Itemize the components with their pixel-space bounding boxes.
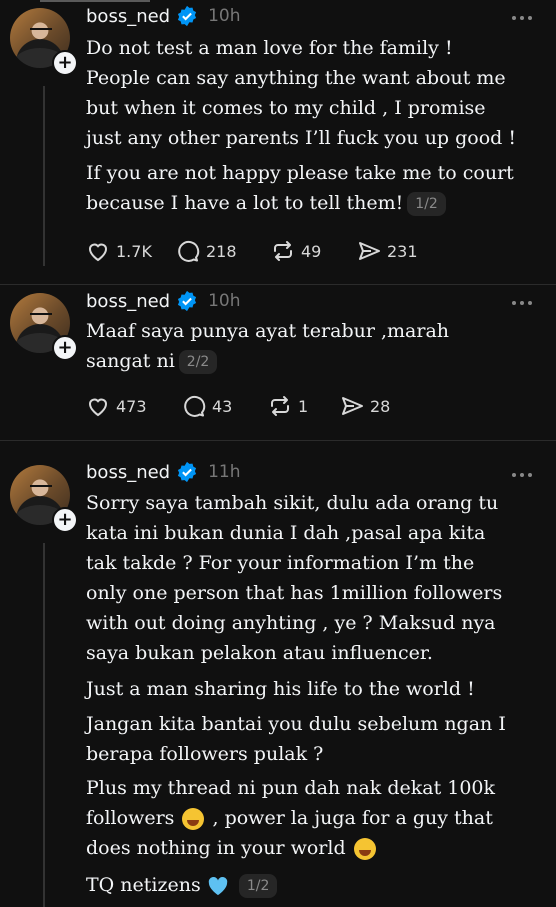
thread-connector [43,86,45,266]
more-icon[interactable] [510,465,534,485]
share-button[interactable]: 28 [340,394,390,418]
username[interactable]: boss_ned [86,291,170,312]
post-text-wrap: Maaf saya punya ayat terabur ,marah sang… [86,316,548,376]
post-text: Just a man sharing his life to the world… [86,678,475,700]
like-button[interactable]: 473 [86,394,182,418]
reply-icon [178,240,200,262]
thread-pager: 1/2 [407,192,446,216]
rofl-emoji-icon [182,808,205,830]
post-text: Maaf saya punya ayat terabur ,marah sang… [86,320,450,372]
post-text-wrap: If you are not happy please take me to c… [86,158,548,218]
repost-icon [274,241,292,261]
heart-icon [88,243,108,262]
post-text: If you are not happy please take me to c… [86,162,514,214]
avatar[interactable]: + [10,293,78,361]
username[interactable]: boss_ned [86,6,170,27]
post-text-wrap: TQ netizens 1/2 [86,870,548,900]
more-icon[interactable] [510,293,534,313]
rofl-emoji-icon [353,838,376,860]
follow-plus-icon[interactable]: + [52,507,78,533]
post-text: , power la juga for a guy that [212,807,493,829]
post-text: Do not test a man love for the family ! … [86,37,517,149]
post-divider [0,440,556,441]
thread-pager: 1/2 [238,874,278,898]
repost-icon [271,396,289,416]
blue-heart-emoji-icon [208,876,228,896]
post-divider [0,284,556,285]
reply-button[interactable]: 43 [182,394,268,418]
like-count: 1.7K [116,241,152,261]
thread-pager: 2/2 [178,350,218,374]
share-count: 231 [387,241,418,261]
action-bar: 473 43 1 28 [86,393,390,419]
post-text: Sorry saya tambah sikit, dulu ada orang … [86,492,503,664]
share-icon [342,397,363,415]
avatar[interactable]: + [10,465,78,533]
post-text-wrap: Plus my thread ni pun dah nak dekat 100k… [86,773,548,863]
post-header: boss_ned 10h [86,289,241,313]
post-text: does nothing in your world [86,837,346,859]
post-header: boss_ned 10h [86,4,241,28]
verified-badge-icon [178,5,197,27]
username[interactable]: boss_ned [86,462,170,483]
post-text: Jangan kita bantai you dulu sebelum ngan… [86,713,506,765]
reply-count: 43 [212,396,233,416]
like-count: 473 [116,396,147,416]
reply-icon [184,395,206,417]
post-text: TQ netizens [86,874,201,896]
thread-connector [43,543,45,907]
post-time: 10h [208,291,241,311]
reply-button[interactable]: 218 [176,239,271,263]
like-button[interactable]: 1.7K [86,239,176,263]
reply-count: 218 [206,241,237,261]
repost-count: 1 [298,396,309,416]
share-icon [359,242,380,260]
top-scroll-indicator [40,0,150,2]
repost-count: 49 [301,241,322,261]
follow-plus-icon[interactable]: + [52,335,78,361]
post-time: 10h [208,6,241,26]
avatar[interactable]: + [10,8,78,76]
more-icon[interactable] [510,8,534,28]
verified-badge-icon [178,461,197,483]
post-header: boss_ned 11h [86,460,241,484]
share-count: 28 [370,396,391,416]
verified-badge-icon [178,290,197,312]
repost-button[interactable]: 1 [268,394,340,418]
action-bar: 1.7K 218 49 231 [86,238,418,264]
repost-button[interactable]: 49 [271,239,357,263]
post-time: 11h [208,462,241,482]
follow-plus-icon[interactable]: + [52,50,78,76]
share-button[interactable]: 231 [357,239,418,263]
heart-icon [88,398,108,417]
